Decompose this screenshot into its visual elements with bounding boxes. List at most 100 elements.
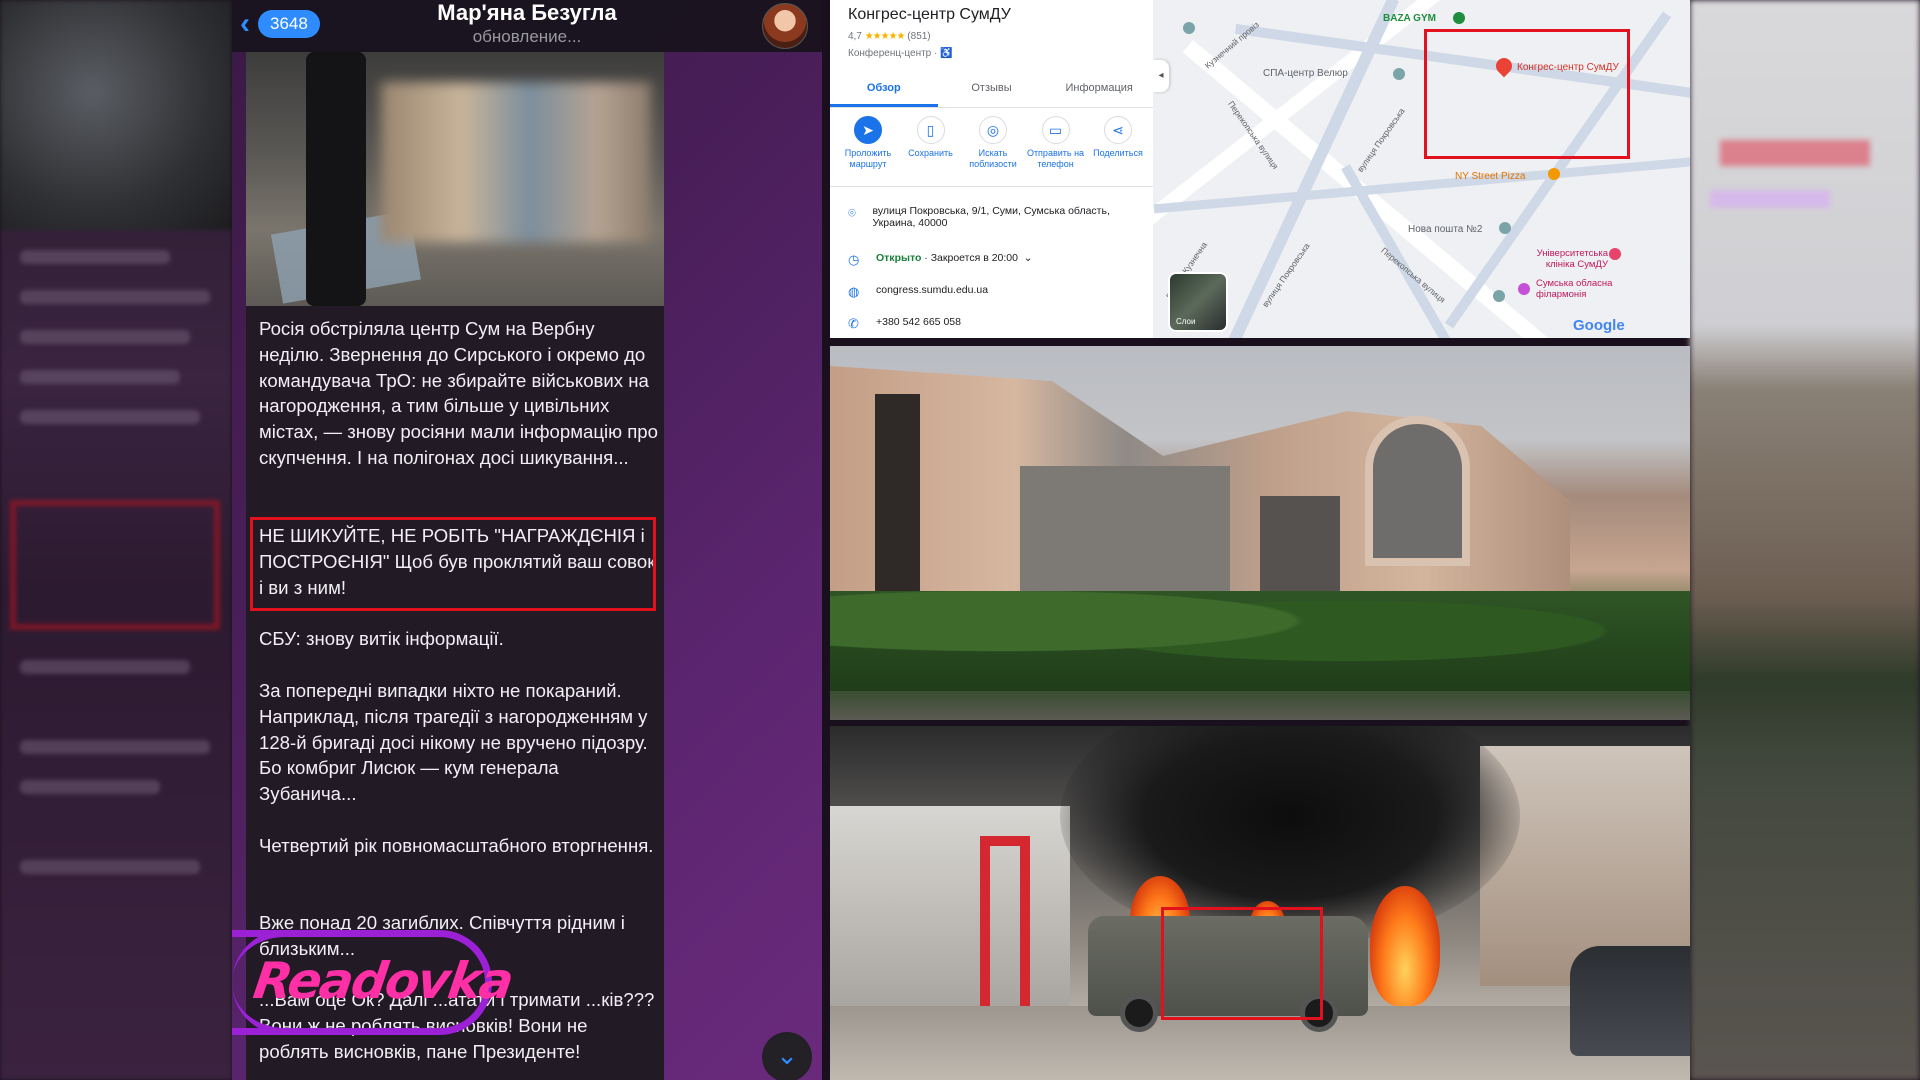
- clock-icon: ◷: [848, 252, 860, 267]
- channel-status: обновление...: [472, 27, 582, 46]
- send-to-phone-button[interactable]: ▭ Отправить на телефон: [1026, 116, 1086, 170]
- highlight-red-box: [250, 517, 656, 611]
- bookmark-icon: ▯: [916, 116, 945, 144]
- share-icon: ⋖: [1104, 116, 1132, 144]
- website-text: congress.sumdu.edu.ua: [876, 284, 989, 296]
- share-button[interactable]: ⋖ Поделиться: [1088, 116, 1148, 170]
- address-text: вулиця Покровська, 9/1, Суми, Сумська об…: [872, 205, 1110, 229]
- action-label: Проложить маршрут: [844, 148, 892, 169]
- message-photo[interactable]: [246, 52, 664, 306]
- directions-icon: ➤: [854, 116, 882, 144]
- building-left: [830, 806, 1070, 1006]
- action-label: Поделиться: [1093, 148, 1143, 158]
- map-highlight-red-box: [1424, 29, 1630, 159]
- nearby-icon: ◎: [979, 116, 1007, 144]
- road: [1153, 155, 1690, 214]
- star-icon: ★★★★★: [864, 31, 906, 42]
- globe-icon: ◍: [848, 284, 860, 299]
- action-buttons: ➤ Проложить маршрут ▯ Сохранить ◎ Искать…: [838, 116, 1148, 170]
- map-label-pizza[interactable]: NY Street Pizza: [1455, 171, 1525, 182]
- logo-text: Readovka: [249, 952, 516, 1010]
- message-paragraph: Росія обстріляла центр Сум на Вербну нед…: [259, 318, 658, 468]
- action-label: Искать поблизости: [969, 148, 1017, 169]
- place-title: Конгрес-центр СумДУ: [848, 6, 1011, 23]
- poi-dot: [1183, 22, 1195, 34]
- spa-icon: [1393, 68, 1405, 80]
- message-paragraph: Четвертий рік повномасштабного вторгненн…: [259, 835, 654, 856]
- place-rating: 4,7 ★★★★★ (851): [848, 31, 931, 42]
- vehicle-highlight-red-box: [1161, 907, 1323, 1020]
- open-status: Открыто: [876, 252, 922, 264]
- save-button[interactable]: ▯ Сохранить: [901, 116, 961, 170]
- scroll-down-button[interactable]: ⌄: [762, 1032, 812, 1080]
- phone-row[interactable]: ✆ +380 542 665 058: [848, 316, 1148, 332]
- post-icon: [1499, 222, 1511, 234]
- map-label-spa[interactable]: СПА-центр Велюр: [1263, 68, 1348, 79]
- tab-overview[interactable]: Обзор: [830, 70, 938, 107]
- channel-title: Мар'яна Безугла: [437, 0, 617, 25]
- readovka-logo: Readovka: [232, 930, 515, 1035]
- parked-car: [1570, 946, 1690, 1056]
- blurred-background-left: [0, 0, 232, 1080]
- review-count[interactable]: (851): [907, 31, 930, 42]
- tab-reviews[interactable]: Отзывы: [938, 70, 1046, 107]
- poi-dot: [1493, 290, 1505, 302]
- blurred-text-line: [20, 780, 160, 794]
- place-tabs: Обзор Отзывы Информация: [830, 70, 1153, 108]
- censored-area: [381, 82, 651, 242]
- google-logo: Google: [1573, 317, 1625, 334]
- truck-wheel: [1120, 994, 1158, 1032]
- blurred-background-right: [1690, 0, 1920, 1080]
- blurred-text-line: [20, 330, 190, 344]
- action-label: Отправить на телефон: [1026, 148, 1085, 169]
- blurred-text-line: [20, 410, 200, 424]
- map-label-gym[interactable]: BAZA GYM: [1383, 13, 1436, 24]
- collapse-panel-button[interactable]: ◂: [1153, 60, 1169, 92]
- map-label-philharmonic[interactable]: Сумська обласна філармонія: [1536, 278, 1646, 300]
- place-info-panel: Конгрес-центр СумДУ 4,7 ★★★★★ (851) Конф…: [830, 0, 1153, 338]
- layers-label: Слои: [1176, 317, 1196, 326]
- chat-header: ‹ 3648 Мар'яна Безугла обновление...: [232, 0, 822, 52]
- blurred-text-line: [20, 860, 200, 874]
- blurred-text-line: [20, 740, 210, 754]
- gym-icon: [1453, 12, 1465, 24]
- blurred-pink-label: [1710, 190, 1830, 208]
- phone-icon: ▭: [1041, 116, 1070, 144]
- blurred-photo: [0, 0, 232, 230]
- street-label: вулиця Покровська: [1355, 106, 1407, 174]
- blurred-text-line: [20, 660, 190, 674]
- directions-button[interactable]: ➤ Проложить маршрут: [838, 116, 898, 170]
- address-row[interactable]: ⌾ вулиця Покровська, 9/1, Суми, Сумська …: [848, 205, 1148, 229]
- website-row[interactable]: ◍ congress.sumdu.edu.ua: [848, 284, 1148, 300]
- nearby-button[interactable]: ◎ Искать поблизости: [963, 116, 1023, 170]
- action-label: Сохранить: [908, 148, 953, 158]
- tab-info[interactable]: Информация: [1045, 70, 1153, 107]
- burning-vehicle-photo: [830, 726, 1690, 1080]
- blurred-red-box: [10, 500, 220, 630]
- blown-out-windows: [1020, 466, 1230, 606]
- hours-row[interactable]: ◷ Открыто · Закроется в 20:00 ⌄: [848, 252, 1148, 268]
- building-arch: [1365, 416, 1470, 566]
- hedge: [830, 591, 1690, 691]
- building-window: [1260, 496, 1340, 596]
- chevron-down-icon: ⌄: [776, 1040, 798, 1070]
- message-paragraph: За попередні випадки ніхто не покараний.…: [259, 680, 653, 805]
- damaged-building-photo: [830, 346, 1690, 720]
- map-label-clinic[interactable]: Університетська клініка СумДУ: [1523, 248, 1608, 270]
- layers-button[interactable]: Слои: [1168, 272, 1228, 332]
- fire: [1370, 886, 1440, 1006]
- rating-value: 4,7: [848, 31, 862, 42]
- telegram-chat-panel: ‹ 3648 Мар'яна Безугла обновление... Рос…: [232, 0, 822, 1080]
- photo-person: [306, 52, 366, 306]
- red-arch-structure: [980, 836, 1030, 1006]
- blurred-text-line: [20, 290, 210, 304]
- map-label-nova-poshta[interactable]: Нова пошта №2: [1408, 224, 1482, 235]
- street-label: Кузнечний провіз: [1202, 19, 1261, 71]
- theatre-icon: [1518, 283, 1530, 295]
- hospital-icon: [1609, 248, 1621, 260]
- phone-handset-icon: ✆: [848, 316, 859, 331]
- location-pin-icon: ⌾: [848, 205, 856, 220]
- divider: [830, 186, 1153, 187]
- avatar[interactable]: [762, 3, 808, 49]
- blurred-text-line: [20, 370, 180, 384]
